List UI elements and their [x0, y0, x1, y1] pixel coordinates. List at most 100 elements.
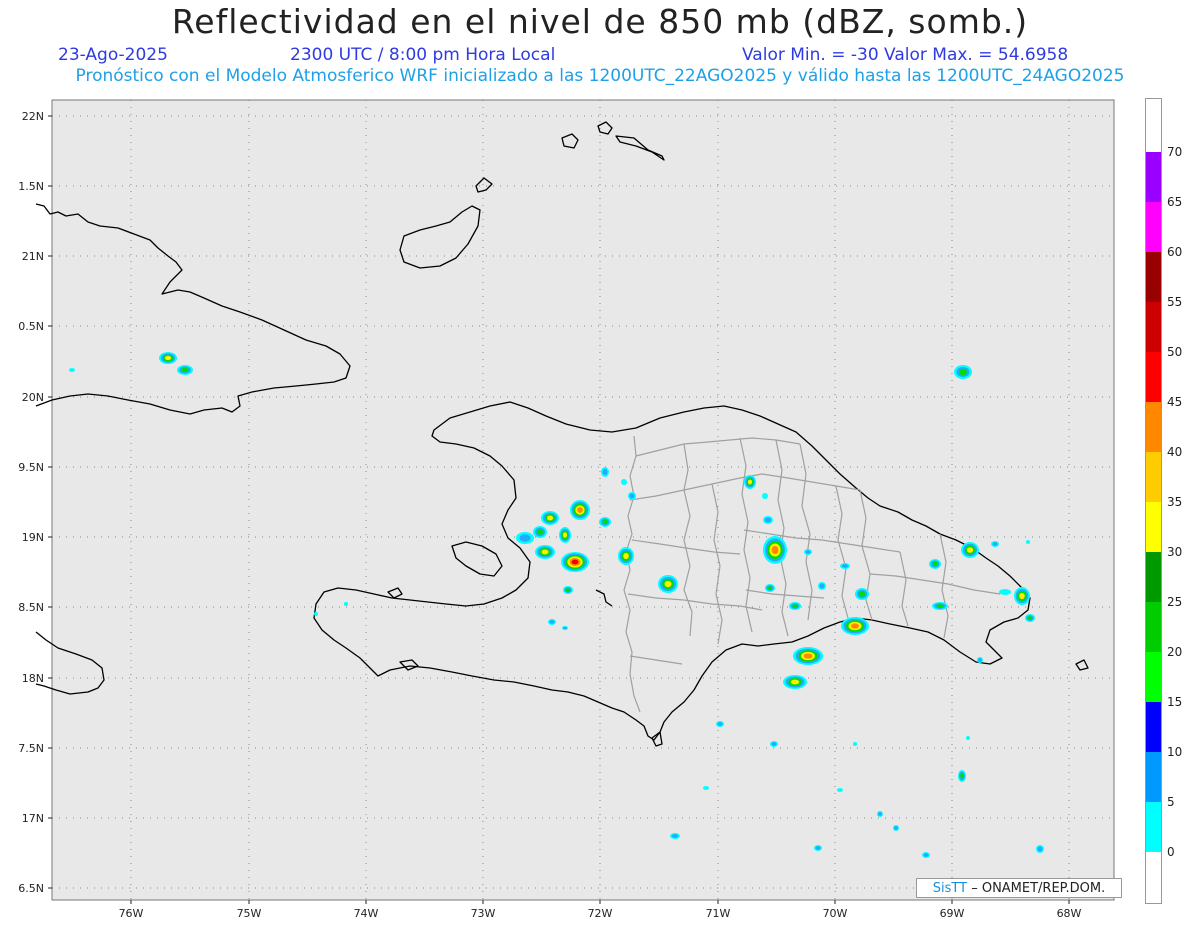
storm-cell-band	[841, 564, 849, 568]
storm-cell-band	[1026, 540, 1030, 544]
storm-cell	[533, 526, 547, 538]
storm-cell-band	[805, 550, 811, 554]
colorbar-segment	[1146, 402, 1161, 452]
storm-cell	[961, 542, 979, 558]
lat-label: 21N	[22, 250, 44, 263]
storm-cell	[570, 500, 590, 520]
colorbar-label: 35	[1167, 495, 1183, 509]
storm-cell	[559, 527, 571, 543]
storm-cell	[159, 352, 177, 364]
colorbar-segment	[1146, 552, 1161, 602]
storm-cell-band	[858, 591, 866, 597]
storm-cell-band	[792, 604, 798, 608]
colorbar-label: 70	[1167, 145, 1183, 159]
colorbar-label: 55	[1167, 295, 1183, 309]
storm-cell	[991, 541, 999, 547]
colorbar-segment	[1146, 502, 1161, 552]
colorbar-label: 20	[1167, 645, 1183, 659]
storm-cell-band	[549, 620, 555, 624]
colorbar-segment	[1146, 752, 1161, 802]
storm-cell-band	[623, 552, 629, 560]
storm-cell	[814, 845, 822, 851]
storm-cell	[958, 770, 966, 782]
colorbar-label: 15	[1167, 695, 1183, 709]
storm-cell	[763, 516, 773, 524]
lon-label: 70W	[823, 907, 848, 920]
lat-label: 0.5N	[18, 320, 44, 333]
storm-cell-band	[602, 519, 608, 525]
storm-cell	[1014, 587, 1030, 605]
storm-cell-band	[767, 586, 773, 590]
storm-cell-band	[960, 773, 964, 779]
lon-label: 76W	[119, 907, 144, 920]
storm-cell	[793, 647, 823, 665]
colorbar-label: 5	[1167, 795, 1175, 809]
storm-cell	[1036, 845, 1044, 853]
storm-cell-band	[923, 853, 929, 857]
storm-cell-band	[764, 517, 772, 523]
storm-cell-band	[571, 559, 579, 565]
colorbar-label: 40	[1167, 445, 1183, 459]
storm-cell	[344, 602, 348, 606]
storm-cell	[599, 517, 611, 527]
lon-label: 74W	[354, 907, 379, 920]
storm-cell-band	[853, 742, 857, 746]
colorbar-segment	[1146, 202, 1161, 252]
storm-cell-band	[69, 368, 75, 372]
storm-cell-band	[703, 786, 709, 790]
storm-cell-band	[894, 826, 898, 830]
storm-cell	[837, 788, 843, 792]
lon-label: 72W	[588, 907, 613, 920]
storm-cell-band	[314, 612, 318, 616]
storm-cell	[818, 582, 826, 590]
storm-cell-band	[790, 679, 800, 685]
colorbar-segment	[1146, 252, 1161, 302]
storm-cell	[703, 786, 709, 790]
storm-cell-band	[747, 479, 753, 485]
lat-label: 19N	[22, 531, 44, 544]
storm-cell-band	[1027, 616, 1033, 620]
storm-cell	[658, 575, 678, 593]
storm-cell	[1025, 614, 1035, 622]
storm-cell	[765, 584, 775, 592]
storm-cell	[177, 365, 193, 375]
storm-cell	[877, 811, 883, 817]
storm-cell-band	[1019, 592, 1025, 600]
storm-cell-band	[819, 583, 825, 589]
storm-cell-band	[999, 589, 1011, 595]
storm-cell	[853, 742, 857, 746]
storm-cell	[954, 365, 972, 379]
credit-text: – ONAMET/REP.DOM.	[971, 881, 1106, 896]
storm-cell	[977, 657, 983, 663]
storm-cell	[893, 825, 899, 831]
lat-label: 8.5N	[18, 601, 44, 614]
storm-cell	[932, 602, 948, 610]
storm-cell-band	[664, 580, 672, 588]
colorbar-label: 0	[1167, 845, 1175, 859]
colorbar-label: 45	[1167, 395, 1183, 409]
colorbar-label: 60	[1167, 245, 1183, 259]
storm-cell	[966, 736, 970, 740]
plot-background	[51, 99, 1115, 901]
lon-label: 71W	[706, 907, 731, 920]
colorbar-label: 10	[1167, 745, 1183, 759]
storm-cell-band	[577, 507, 583, 513]
storm-cell-band	[1037, 846, 1043, 852]
colorbar-segment	[1146, 652, 1161, 702]
storm-cell-band	[181, 367, 189, 373]
storm-cell	[618, 547, 634, 565]
storm-cell-band	[717, 722, 723, 726]
storm-cell	[841, 617, 869, 635]
storm-cell	[601, 467, 609, 477]
storm-cell	[999, 589, 1011, 595]
lat-label: 22N	[22, 110, 44, 123]
lat-label: 9.5N	[18, 461, 44, 474]
storm-cell-band	[536, 529, 544, 535]
colorbar-segment	[1146, 352, 1161, 402]
storm-cell-band	[878, 812, 882, 816]
lat-label: 18N	[22, 672, 44, 685]
storm-cell	[840, 563, 850, 569]
storm-cell-band	[671, 834, 679, 838]
lat-label: 6.5N	[18, 882, 44, 895]
colorbar-segment	[1146, 302, 1161, 352]
